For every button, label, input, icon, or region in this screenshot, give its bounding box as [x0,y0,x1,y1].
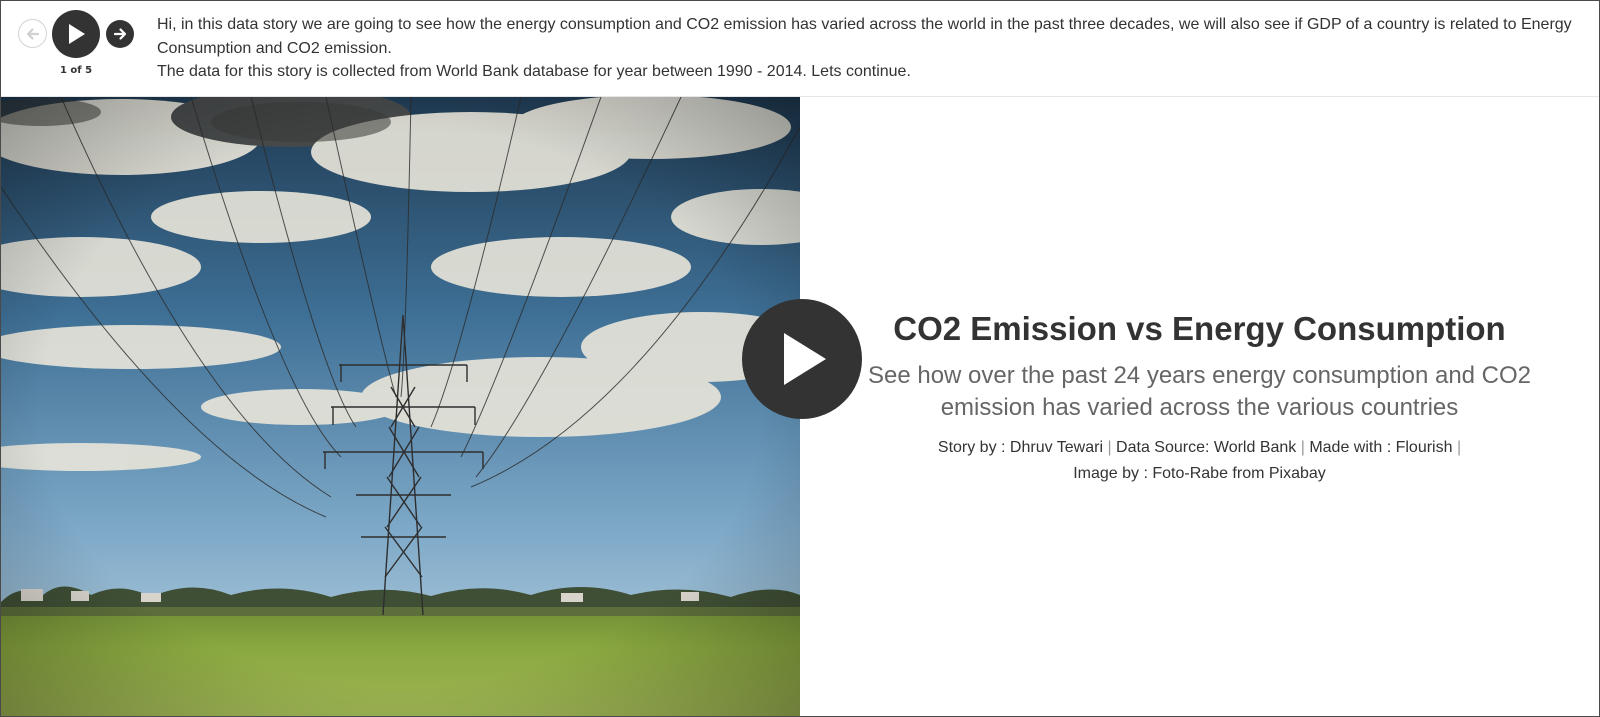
caption-source-note: The data for this story is collected fro… [157,63,911,80]
image-by-label: Image by : [1073,465,1153,482]
story-slide: CO2 Emission vs Energy Consumption See h… [1,97,1599,716]
previous-slide-button[interactable] [18,19,47,48]
slide-credits: Story by : Dhruv Tewari | Data Source: W… [900,435,1499,487]
power-lines-photo [1,97,800,716]
slide-text-panel: CO2 Emission vs Energy Consumption See h… [800,97,1599,716]
story-viewer: 1 of 5 Hi, in this data story we are goi… [0,0,1600,717]
data-source-label: Data Source: [1116,439,1214,456]
next-slide-button[interactable] [106,20,134,48]
made-with-label: Made with : [1309,439,1396,456]
arrow-right-icon [113,28,127,40]
credit-separator: | [1452,439,1462,456]
story-header: 1 of 5 Hi, in this data story we are goi… [1,1,1599,97]
data-source-name: World Bank [1213,439,1297,456]
credit-separator: | [1296,439,1310,456]
slide-title: CO2 Emission vs Energy Consumption [893,310,1506,347]
made-with-name: Flourish [1395,439,1453,456]
caption-intro: Hi, in this data story we are going to s… [157,16,1572,57]
play-overlay-button[interactable] [742,299,862,419]
play-icon [784,333,826,385]
story-by-label: Story by : [937,439,1010,456]
play-icon [69,24,85,44]
pylon-landscape-image [1,97,800,716]
credit-separator: | [1103,439,1117,456]
image-by-name: Foto-Rabe from Pixabay [1152,465,1326,482]
slide-caption: Hi, in this data story we are going to s… [157,13,1587,84]
arrow-left-icon [26,27,39,40]
slide-progress-counter: 1 of 5 [59,65,93,76]
play-story-button[interactable] [52,10,100,58]
story-by-name: Dhruv Tewari [1009,439,1103,456]
slide-subtitle: See how over the past 24 years energy co… [867,362,1532,421]
